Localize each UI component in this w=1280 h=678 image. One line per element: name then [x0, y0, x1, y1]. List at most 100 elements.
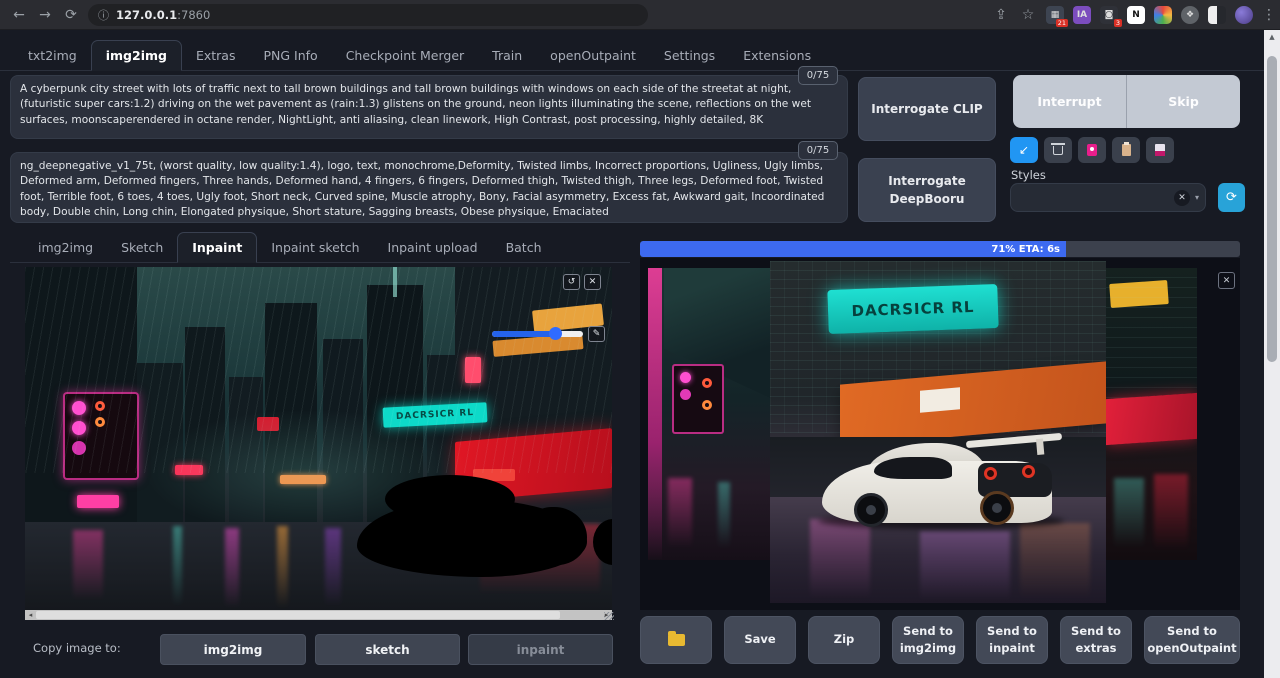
clipboard-icon [1122, 144, 1131, 156]
negative-prompt-textarea[interactable]: ng_deepnegative_v1_75t, (worst quality, … [10, 152, 848, 223]
brush-size-slider[interactable] [492, 331, 583, 337]
extension-capture-icon[interactable]: ◙3 [1100, 6, 1118, 24]
tab-openoutpaint[interactable]: openOutpaint [536, 41, 650, 70]
browser-actions: ⇪ ☆ ▦21 IA ◙3 N ❖ ⋮ [992, 0, 1274, 30]
progress-fill: 71% ETA: 6s [640, 241, 1066, 257]
traffic-ring [702, 378, 712, 388]
reload-icon[interactable]: ⟳ [58, 7, 84, 23]
send-to-extras-button[interactable]: Send to extras [1060, 616, 1132, 664]
reflection [1114, 478, 1144, 548]
interrogate-deepbooru-button[interactable]: Interrogate DeepBooru [858, 158, 996, 222]
scroll-left-icon[interactable]: ◂ [25, 611, 36, 619]
param-buttons: ↙ [1010, 137, 1174, 163]
clear-prompt-button[interactable] [1044, 137, 1072, 163]
folder-icon [668, 634, 685, 646]
scrollbar-thumb[interactable] [36, 611, 560, 619]
subtab-inpaint-sketch[interactable]: Inpaint sketch [257, 233, 373, 262]
apply-style-button[interactable] [1112, 137, 1140, 163]
extensions-puzzle-icon[interactable]: ❖ [1181, 6, 1199, 24]
inpaint-canvas-wrap: DACRSICR RL [25, 267, 612, 620]
styles-dropdown[interactable]: ✕ ▾ [1010, 183, 1206, 212]
card-icon [1087, 144, 1097, 156]
extension-colorwheel-icon[interactable] [1154, 6, 1172, 24]
trash-icon [1053, 146, 1063, 155]
extension-ia-icon[interactable]: IA [1073, 6, 1091, 24]
white-sign [920, 387, 960, 412]
chevron-down-icon[interactable]: ▾ [1195, 193, 1199, 202]
interrogate-clip-button[interactable]: Interrogate CLIP [858, 77, 996, 141]
slider-knob[interactable] [549, 327, 562, 340]
styles-label: Styles [1011, 168, 1046, 182]
app-window: ← → ⟳ ⓘ 127.0.0.1:7860 ⇪ ☆ ▦21 IA ◙3 N ❖… [0, 0, 1280, 678]
share-icon[interactable]: ⇪ [992, 7, 1010, 23]
paste-params-button[interactable]: ↙ [1010, 137, 1038, 163]
subtab-batch[interactable]: Batch [492, 233, 556, 262]
site-info-icon[interactable]: ⓘ [98, 7, 109, 23]
tab-train[interactable]: Train [478, 41, 536, 70]
bookmark-star-icon[interactable]: ☆ [1019, 7, 1037, 23]
tab-png-info[interactable]: PNG Info [249, 41, 331, 70]
tab-img2img[interactable]: img2img [91, 40, 182, 71]
zip-button[interactable]: Zip [808, 616, 880, 664]
open-folder-button[interactable] [640, 616, 712, 664]
negative-prompt-token-counter: 0/75 [798, 141, 838, 160]
inpaint-canvas-image[interactable]: DACRSICR RL [25, 267, 612, 610]
send-to-img2img-button[interactable]: Send to img2img [892, 616, 964, 664]
skip-button[interactable]: Skip [1127, 75, 1240, 128]
tab-settings[interactable]: Settings [650, 41, 729, 70]
save-style-button[interactable] [1146, 137, 1174, 163]
floppy-icon [1155, 144, 1165, 156]
prompt-token-counter: 0/75 [798, 66, 838, 85]
reflection [668, 478, 692, 548]
extra-networks-button[interactable] [1078, 137, 1106, 163]
extension-badge-count: 21 [1056, 19, 1068, 27]
profile-avatar[interactable] [1235, 6, 1253, 24]
interrupt-button[interactable]: Interrupt [1013, 75, 1126, 128]
forward-icon[interactable]: → [32, 7, 58, 23]
subtab-sketch[interactable]: Sketch [107, 233, 177, 262]
gallery-image-main[interactable]: DACRSICR RL [770, 261, 1106, 603]
extension-badge-icon[interactable]: ▦21 [1046, 6, 1064, 24]
page-scrollbar[interactable]: ▲ [1264, 30, 1280, 678]
scroll-right-icon[interactable]: ▸ [601, 611, 612, 619]
save-button[interactable]: Save [724, 616, 796, 664]
reflection [810, 519, 870, 599]
tab-txt2img[interactable]: txt2img [14, 41, 91, 70]
tab-extras[interactable]: Extras [182, 41, 250, 70]
red-neon-band [1106, 393, 1197, 445]
prompt-textarea[interactable]: A cyberpunk city street with lots of tra… [10, 75, 848, 139]
address-bar[interactable]: ⓘ 127.0.0.1:7860 [88, 4, 648, 26]
send-to-inpaint-button[interactable]: Send to inpaint [976, 616, 1048, 664]
clear-styles-icon[interactable]: ✕ [1174, 190, 1190, 206]
neon-pink-sign [77, 495, 119, 508]
subtab-inpaint[interactable]: Inpaint [177, 232, 257, 263]
generation-controls: Interrupt Skip [1013, 75, 1240, 128]
subtab-img2img[interactable]: img2img [24, 233, 107, 262]
gallery-image-right[interactable] [1106, 268, 1197, 560]
extension-capture-count: 3 [1114, 19, 1122, 27]
brush-icon[interactable]: ✎ [588, 326, 605, 342]
send-to-openoutpaint-button[interactable]: Send to openOutpaint [1144, 616, 1240, 664]
undo-icon[interactable]: ↺ [563, 274, 580, 290]
close-gallery-icon[interactable]: ✕ [1218, 272, 1235, 289]
browser-menu-icon[interactable]: ⋮ [1262, 7, 1274, 23]
reflection [920, 531, 1010, 601]
back-icon[interactable]: ← [6, 7, 32, 23]
gallery-image-left[interactable] [648, 268, 770, 560]
reflection [225, 528, 239, 608]
extension-notion-icon[interactable]: N [1127, 6, 1145, 24]
canvas-horizontal-scrollbar[interactable]: ◂ ▸ [25, 610, 612, 620]
refresh-styles-button[interactable]: ⟳ [1218, 183, 1245, 212]
tab-checkpoint-merger[interactable]: Checkpoint Merger [332, 41, 478, 70]
copy-to-img2img-button[interactable]: img2img [160, 634, 306, 665]
page-scrollbar-thumb[interactable] [1267, 56, 1277, 362]
scroll-up-icon[interactable]: ▲ [1264, 30, 1280, 44]
building-windows [1106, 268, 1197, 398]
copy-to-sketch-button[interactable]: sketch [315, 634, 460, 665]
copy-to-inpaint-button[interactable]: inpaint [468, 634, 613, 665]
slider-fill [492, 331, 555, 337]
subtab-inpaint-upload[interactable]: Inpaint upload [374, 233, 492, 262]
darkmode-toggle-icon[interactable] [1208, 6, 1226, 24]
reflection [277, 526, 288, 608]
clear-image-icon[interactable]: ✕ [584, 274, 601, 290]
